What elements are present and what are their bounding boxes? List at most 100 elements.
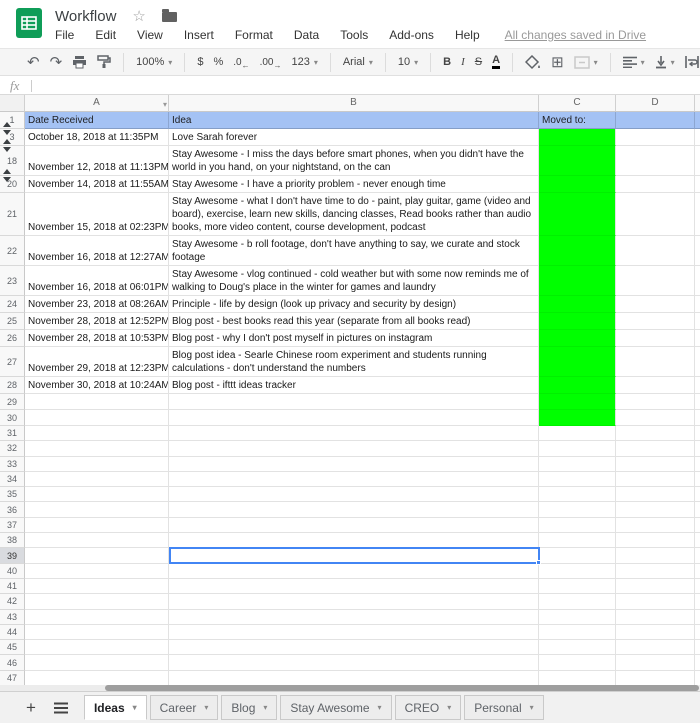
print-button[interactable] <box>67 51 92 73</box>
font-size-select[interactable]: 10▾ <box>393 51 423 73</box>
cell-d-36[interactable] <box>616 502 695 517</box>
cell-b-28[interactable]: Blog post - ifttt ideas tracker <box>169 377 539 394</box>
cell-c-33[interactable] <box>539 457 616 472</box>
cell-d-40[interactable] <box>616 564 695 579</box>
sheet-tab-creo[interactable]: CREO▾ <box>395 695 462 720</box>
cell-a-3[interactable]: October 18, 2018 at 11:35PM <box>25 129 169 146</box>
cell-a-28[interactable]: November 30, 2018 at 10:24AM <box>25 377 169 394</box>
bold-button[interactable]: B <box>438 51 456 73</box>
cell-b-37[interactable] <box>169 518 539 533</box>
cell-c-37[interactable] <box>539 518 616 533</box>
menu-item-add-ons[interactable]: Add-ons <box>389 28 434 42</box>
horizontal-align-button[interactable]: ▾ <box>618 51 650 73</box>
cell-a-18[interactable]: November 12, 2018 at 11:13PM <box>25 146 169 176</box>
cell-a-44[interactable] <box>25 625 169 640</box>
cell-e-3[interactable] <box>695 129 700 146</box>
row-header-38[interactable]: 38 <box>0 533 25 548</box>
add-sheet-button[interactable]: + <box>26 699 36 716</box>
cell-a-42[interactable] <box>25 594 169 609</box>
row-header-29[interactable]: 29 <box>0 394 25 410</box>
cell-a-45[interactable] <box>25 640 169 655</box>
cell-e-21[interactable] <box>695 193 700 236</box>
cell-e-1[interactable] <box>695 112 700 129</box>
row-header-31[interactable]: 31 <box>0 426 25 441</box>
row-header-21[interactable]: 21 <box>0 193 25 236</box>
cell-b-18[interactable]: Stay Awesome - I miss the days before sm… <box>169 146 539 176</box>
cell-e-23[interactable] <box>695 266 700 296</box>
cell-e-25[interactable] <box>695 313 700 330</box>
row-header-30[interactable]: 30 <box>0 410 25 426</box>
row-header-23[interactable]: 23 <box>0 266 25 296</box>
cell-c-25[interactable] <box>539 313 616 330</box>
menu-item-view[interactable]: View <box>137 28 163 42</box>
cell-c-42[interactable] <box>539 594 616 609</box>
cell-b-29[interactable] <box>169 394 539 410</box>
cell-b-42[interactable] <box>169 594 539 609</box>
merge-cells-button[interactable]: ▾ <box>569 51 603 73</box>
cell-d-27[interactable] <box>616 347 695 377</box>
font-family-select[interactable]: Arial▾ <box>338 51 378 73</box>
cell-e-45[interactable] <box>695 640 700 655</box>
star-icon[interactable]: ☆ <box>132 9 145 24</box>
row-header-3[interactable]: 3 <box>0 129 25 146</box>
row-header-34[interactable]: 34 <box>0 472 25 487</box>
cell-c-38[interactable] <box>539 533 616 548</box>
row-header-46[interactable]: 46 <box>0 655 25 670</box>
row-header-45[interactable]: 45 <box>0 640 25 655</box>
cell-e-31[interactable] <box>695 426 700 441</box>
cell-d-28[interactable] <box>616 377 695 394</box>
row-header-44[interactable]: 44 <box>0 625 25 640</box>
cell-a-47[interactable] <box>25 671 169 685</box>
cell-c-32[interactable] <box>539 441 616 456</box>
row-header-27[interactable]: 27 <box>0 347 25 377</box>
cell-b-32[interactable] <box>169 441 539 456</box>
format-percent-button[interactable]: % <box>208 51 228 73</box>
cell-d-46[interactable] <box>616 655 695 670</box>
cell-c-3[interactable] <box>539 129 616 146</box>
cell-e-39[interactable] <box>695 548 700 563</box>
sheet-tab-blog[interactable]: Blog▾ <box>221 695 277 720</box>
cell-e-36[interactable] <box>695 502 700 517</box>
cell-b-46[interactable] <box>169 655 539 670</box>
cell-d-47[interactable] <box>616 671 695 685</box>
sheet-tab-stay-awesome[interactable]: Stay Awesome▾ <box>280 695 391 720</box>
row-header-26[interactable]: 26 <box>0 330 25 347</box>
row-header-43[interactable]: 43 <box>0 610 25 625</box>
unhide-rows-down-icon[interactable] <box>3 177 11 182</box>
cell-c-39[interactable] <box>539 548 616 563</box>
cell-a-25[interactable]: November 28, 2018 at 12:52PM <box>25 313 169 330</box>
text-color-button[interactable]: A <box>487 51 505 73</box>
cell-d-39[interactable] <box>616 548 695 563</box>
cell-e-26[interactable] <box>695 330 700 347</box>
sheet-tab-career[interactable]: Career▾ <box>150 695 219 720</box>
cell-e-34[interactable] <box>695 472 700 487</box>
increase-decimal-button[interactable]: .00→ <box>255 51 287 73</box>
cell-b-44[interactable] <box>169 625 539 640</box>
cell-e-40[interactable] <box>695 564 700 579</box>
row-header-47[interactable]: 47 <box>0 671 25 685</box>
chevron-down-icon[interactable]: ▾ <box>530 703 534 712</box>
cell-c-28[interactable] <box>539 377 616 394</box>
row-header-18[interactable]: 18 <box>0 146 25 176</box>
cell-c-47[interactable] <box>539 671 616 685</box>
cell-a-23[interactable]: November 16, 2018 at 06:01PM <box>25 266 169 296</box>
cell-d-1[interactable] <box>616 112 695 129</box>
cell-c-29[interactable] <box>539 394 616 410</box>
sheet-tab-ideas[interactable]: Ideas▾ <box>84 695 147 720</box>
menu-item-format[interactable]: Format <box>235 28 273 42</box>
cell-c-46[interactable] <box>539 655 616 670</box>
cell-b-34[interactable] <box>169 472 539 487</box>
column-header-d[interactable]: D <box>616 95 695 112</box>
cell-c-43[interactable] <box>539 610 616 625</box>
document-title[interactable]: Workflow <box>55 8 116 25</box>
cell-b-21[interactable]: Stay Awesome - what I don't have time to… <box>169 193 539 236</box>
cell-c-23[interactable] <box>539 266 616 296</box>
all-sheets-button[interactable] <box>54 702 68 714</box>
cell-d-24[interactable] <box>616 296 695 313</box>
cell-a-26[interactable]: November 28, 2018 at 10:53PM <box>25 330 169 347</box>
cell-a-31[interactable] <box>25 426 169 441</box>
cell-a-34[interactable] <box>25 472 169 487</box>
column-a-dropdown-icon[interactable]: ▾ <box>163 97 167 113</box>
cell-c-1[interactable]: Moved to: <box>539 112 616 129</box>
menu-item-edit[interactable]: Edit <box>95 28 116 42</box>
